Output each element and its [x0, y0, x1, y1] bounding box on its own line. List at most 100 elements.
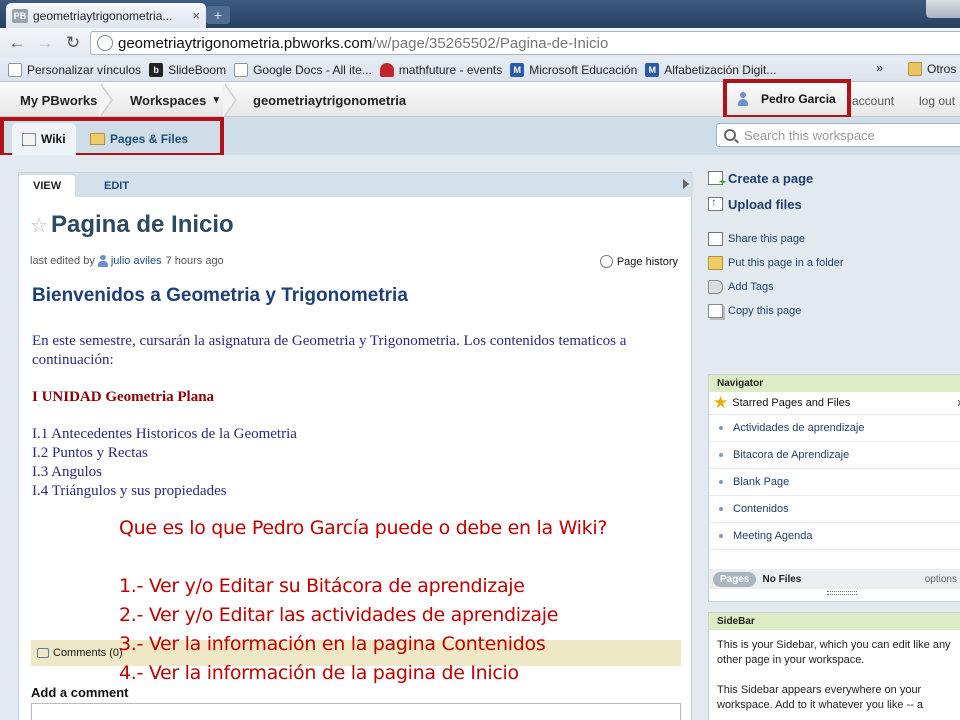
sidebar-header: SideBar: [709, 613, 960, 630]
last-edited: last edited by julio aviles 7 hours ago: [30, 255, 224, 267]
add-comment-input[interactable]: [31, 703, 681, 720]
new-tab-button[interactable]: +: [206, 6, 230, 24]
tab-view[interactable]: VIEW: [19, 175, 76, 197]
bookmark-google-docs[interactable]: Google Docs - All ite...: [234, 62, 372, 77]
url-path: /w/page/35265502/Pagina-de-Inicio: [372, 34, 609, 52]
search-input[interactable]: Search this workspace: [716, 123, 960, 147]
bookmark-microsoft-educacion[interactable]: M Microsoft Educación: [510, 62, 637, 77]
content-heading: Bienvenidos a Geometria y Trigonometria: [32, 285, 408, 306]
nav-item-label: Actividades de aprendizaje: [733, 422, 865, 434]
annotation-item: 3.- Ver la información en la pagina Cont…: [119, 633, 546, 655]
tab-edit[interactable]: EDIT: [90, 175, 143, 197]
close-tab-icon[interactable]: ×: [192, 8, 200, 23]
nav-item-meeting-agenda[interactable]: Meeting Agenda: [709, 523, 960, 550]
bookmark-label: mathfuture - events: [398, 62, 503, 77]
my-pbworks-link[interactable]: My PBworks: [20, 83, 97, 117]
resize-grip-icon[interactable]: [827, 591, 857, 595]
nav-item-bitacora[interactable]: Bitacora de Aprendizaje: [709, 442, 960, 469]
account-link[interactable]: account: [852, 94, 894, 108]
upload-icon: [708, 195, 723, 211]
nav-item-blank-page[interactable]: Blank Page: [709, 469, 960, 496]
nav-item-label: Bitacora de Aprendizaje: [733, 449, 850, 461]
options-link[interactable]: options: [925, 574, 957, 585]
navigator-panel: Navigator ★ Starred Pages and Files x Ac…: [708, 374, 960, 602]
navigator-header: Navigator: [709, 375, 960, 392]
mathfuture-icon: [379, 62, 394, 77]
search-icon: [724, 129, 736, 141]
upload-files-link[interactable]: Upload files: [708, 191, 960, 217]
tag-icon: [708, 280, 723, 294]
workspace-name[interactable]: geometriaytrigonometria: [253, 83, 406, 117]
bookmark-other[interactable]: Otros m: [908, 62, 960, 76]
nav-item-label: Meeting Agenda: [733, 530, 813, 542]
workspaces-menu[interactable]: Workspaces ▼: [130, 83, 221, 117]
create-page-link[interactable]: Create a page: [708, 165, 960, 191]
bookmark-personalizar[interactable]: Personalizar vínculos: [8, 62, 142, 77]
bookmark-alfabetizacion[interactable]: M Alfabetización Digit...: [645, 62, 777, 77]
add-tags-label: Add Tags: [728, 281, 774, 293]
folder-icon: [708, 256, 723, 270]
bookmark-mathfuture[interactable]: mathfuture - events: [379, 62, 503, 77]
annotation-item: 1.- Ver y/o Editar su Bitácora de aprend…: [119, 575, 525, 597]
search-placeholder: Search this workspace: [744, 127, 875, 143]
topic-item: I.4 Triángulos y sus propiedades: [32, 483, 227, 499]
back-icon[interactable]: ←: [6, 32, 28, 54]
window-controls[interactable]: [926, 0, 960, 18]
sidebar-panel: SideBar This is your Sidebar, which you …: [708, 612, 960, 720]
user-name: Pedro Garcia: [761, 92, 836, 106]
expand-arrow-icon[interactable]: [683, 179, 689, 189]
new-page-icon: [708, 171, 726, 189]
put-in-folder-link[interactable]: Put this page in a folder: [708, 251, 960, 275]
pbworks-top-bar: My PBworks Workspaces ▼ geometriaytrigon…: [0, 79, 960, 119]
page-title: Pagina de Inicio: [51, 211, 234, 238]
nav-item-contenidos[interactable]: Contenidos: [709, 496, 960, 523]
tab-pages-files[interactable]: Pages & Files: [80, 123, 198, 155]
user-menu[interactable]: Pedro Garcia: [723, 79, 851, 119]
page-content: Bienvenidos a Geometria y Trigonometria …: [32, 285, 672, 501]
reload-icon[interactable]: ↻: [62, 32, 84, 54]
share-page-link[interactable]: Share this page: [708, 227, 960, 251]
bookmark-label: Personalizar vínculos: [27, 62, 142, 77]
add-tags-link[interactable]: Add Tags: [708, 275, 960, 299]
sidebar-paragraph: This is your Sidebar, which you can edit…: [717, 639, 951, 666]
pages-button[interactable]: Pages: [713, 571, 757, 587]
navigator-footer: Pages No Files options: [709, 569, 960, 589]
tab-pages-files-label: Pages & Files: [110, 132, 189, 146]
tab-wiki[interactable]: Wiki: [12, 123, 76, 155]
editor-link[interactable]: julio aviles: [111, 255, 162, 267]
no-files-label: No Files: [762, 573, 802, 585]
page-history-label: Page history: [616, 255, 678, 268]
bullet-icon: [719, 507, 723, 511]
bullet-icon: [719, 426, 723, 430]
view-edit-tabs: VIEW EDIT: [19, 173, 693, 197]
bookmark-label: Alfabetización Digit...: [664, 62, 777, 77]
topic-item: I.1 Antecedentes Historicos de la Geomet…: [32, 426, 297, 442]
upload-files-label: Upload files: [728, 196, 802, 212]
bullet-icon: [719, 453, 723, 457]
clock-icon: [599, 255, 613, 268]
browser-tab[interactable]: PB geometriaytrigonometria... ×: [6, 3, 206, 28]
starred-pages-link[interactable]: ★ Starred Pages and Files x: [709, 392, 960, 415]
nav-item-actividades[interactable]: Actividades de aprendizaje: [709, 415, 960, 442]
address-bar[interactable]: geometriaytrigonometria.pbworks.com/w/pa…: [90, 31, 960, 55]
put-in-folder-label: Put this page in a folder: [728, 257, 844, 269]
breadcrumb-separator: [223, 83, 239, 117]
slideboom-icon: b: [149, 62, 164, 77]
copy-page-link[interactable]: Copy this page: [708, 299, 960, 323]
page-history-link[interactable]: Page history: [599, 255, 678, 268]
globe-icon: [97, 35, 113, 51]
tab-wiki-label: Wiki: [41, 132, 66, 146]
forward-icon[interactable]: →: [34, 32, 56, 54]
bookmark-slideboom[interactable]: b SlideBoom: [149, 62, 226, 77]
topic-item: I.3 Angulos: [32, 464, 103, 480]
workspace-sub-bar: Wiki Pages & Files Search this workspace: [0, 117, 960, 157]
browser-tab-title: geometriaytrigonometria...: [33, 8, 173, 23]
last-edited-prefix: last edited by: [30, 255, 95, 267]
google-docs-icon: [234, 62, 249, 77]
star-icon[interactable]: ☆: [30, 213, 48, 238]
annotation-gap: [119, 545, 607, 575]
bookmarks-more-button[interactable]: »: [876, 60, 883, 75]
topic-item: I.2 Puntos y Rectas: [32, 445, 148, 461]
folder-icon: [90, 133, 105, 145]
logout-link[interactable]: log out: [919, 94, 955, 108]
